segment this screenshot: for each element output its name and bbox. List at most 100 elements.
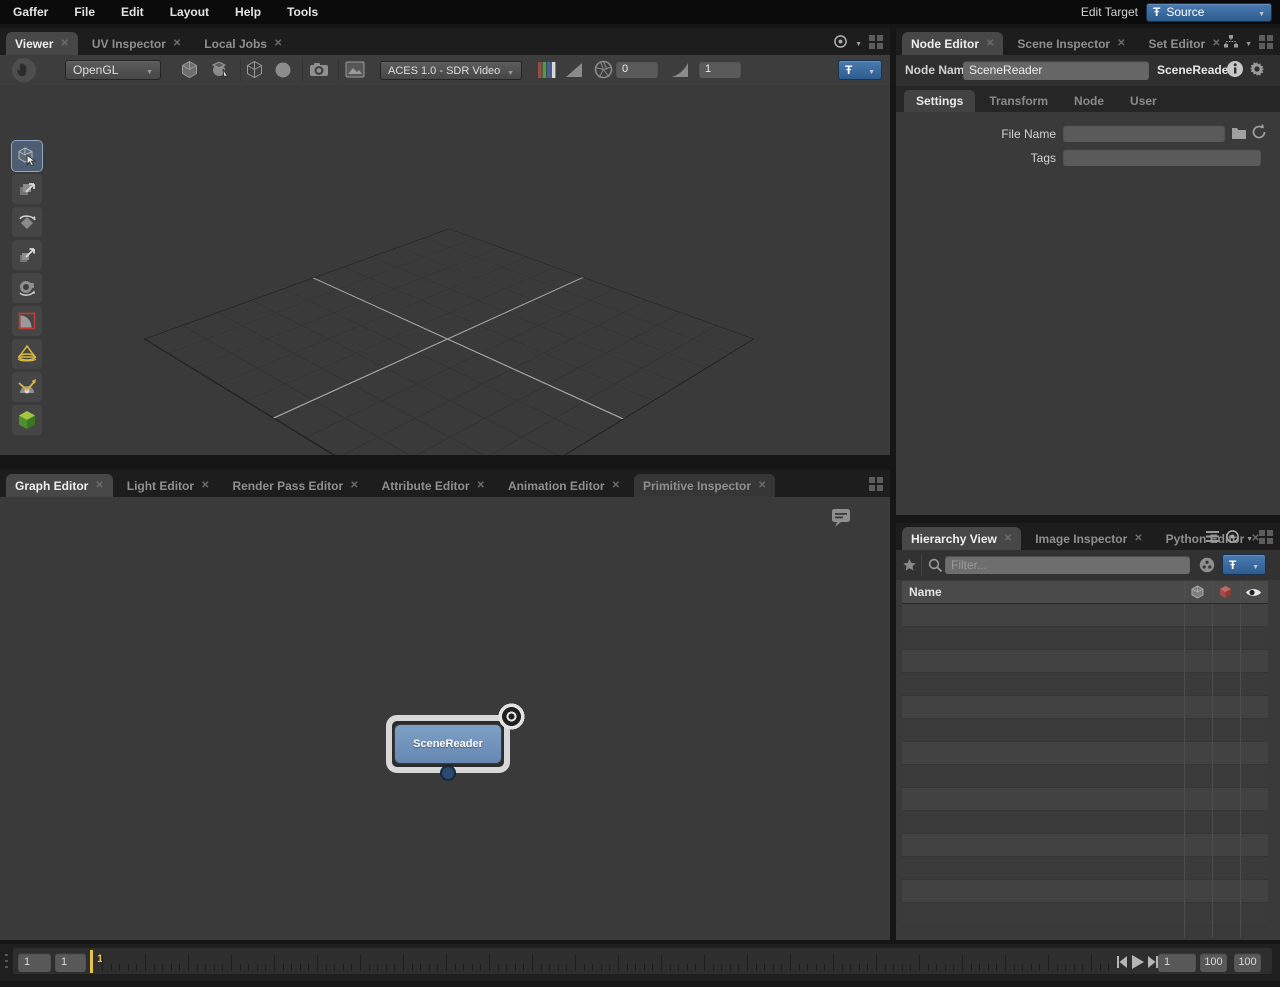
- close-icon[interactable]: [1212, 39, 1220, 49]
- play-button[interactable]: [1132, 955, 1144, 969]
- tab-transform[interactable]: Transform: [977, 90, 1060, 112]
- close-icon[interactable]: [477, 481, 485, 491]
- tab-uv-inspector[interactable]: UV Inspector: [83, 32, 190, 55]
- scene-reader-node[interactable]: SceneReader: [386, 715, 510, 773]
- current-frame-marker[interactable]: [90, 950, 93, 973]
- tab-light-editor[interactable]: Light Editor: [118, 474, 219, 497]
- translate-tool-button[interactable]: [12, 174, 42, 204]
- menu-edit[interactable]: Edit: [108, 5, 157, 19]
- tab-attribute-editor[interactable]: Attribute Editor: [373, 474, 494, 497]
- tab-user[interactable]: User: [1118, 90, 1169, 112]
- sphere-icon[interactable]: [274, 61, 292, 79]
- gear-icon[interactable]: [1248, 60, 1266, 78]
- image-frame-icon[interactable]: [345, 61, 365, 78]
- table-row[interactable]: [902, 673, 1268, 696]
- file-name-field[interactable]: [1063, 125, 1225, 142]
- crop-window-tool-button[interactable]: [12, 306, 42, 336]
- tab-primitive-inspector[interactable]: Primitive Inspector: [634, 474, 775, 497]
- table-row[interactable]: [902, 719, 1268, 742]
- gamma-field[interactable]: 1: [699, 61, 741, 78]
- focus-target-icon[interactable]: [1225, 529, 1240, 544]
- search-options-icon[interactable]: [1199, 557, 1215, 573]
- playback-start-field[interactable]: 1: [55, 953, 86, 972]
- layout-grid-icon[interactable]: [1259, 35, 1273, 49]
- shaded-cube-icon[interactable]: [180, 60, 199, 79]
- filter-input[interactable]: Filter...: [945, 556, 1190, 574]
- playback-end-field[interactable]: 100: [1200, 953, 1227, 972]
- table-row[interactable]: [902, 857, 1268, 880]
- tab-render-pass-editor[interactable]: Render Pass Editor: [223, 474, 367, 497]
- tab-node[interactable]: Node: [1062, 90, 1116, 112]
- layout-grid-icon[interactable]: [869, 477, 883, 491]
- inclusions-cube-icon[interactable]: [1190, 585, 1205, 600]
- camera-tool-button[interactable]: [12, 273, 42, 303]
- go-to-start-button[interactable]: [1117, 956, 1127, 968]
- table-row[interactable]: [902, 765, 1268, 788]
- close-icon[interactable]: [60, 39, 68, 49]
- layout-grid-icon[interactable]: [1259, 530, 1273, 544]
- tab-overflow-menu-icon[interactable]: [1206, 531, 1219, 542]
- tab-scene-inspector[interactable]: Scene Inspector: [1008, 32, 1134, 55]
- close-icon[interactable]: [758, 481, 766, 491]
- menu-help[interactable]: Help: [222, 5, 274, 19]
- node-name-field[interactable]: SceneReader: [963, 61, 1149, 80]
- select-tool-button[interactable]: [12, 141, 42, 171]
- menu-gaffer[interactable]: Gaffer: [0, 5, 61, 19]
- annotation-bubble-icon[interactable]: [828, 505, 854, 531]
- tags-field[interactable]: [1063, 149, 1261, 166]
- range-start-field[interactable]: 1: [18, 953, 51, 972]
- hierarchy-pin-button[interactable]: [1222, 554, 1266, 575]
- edit-target-dropdown[interactable]: Source: [1146, 3, 1272, 22]
- table-row[interactable]: [902, 880, 1268, 903]
- close-icon[interactable]: [274, 39, 282, 49]
- display-transform-dropdown[interactable]: ACES 1.0 - SDR Video: [380, 61, 522, 80]
- graph-canvas[interactable]: SceneReader: [0, 497, 890, 940]
- visibility-eye-icon[interactable]: [1245, 587, 1262, 598]
- chevron-down-icon[interactable]: [855, 35, 862, 49]
- go-to-end-button[interactable]: [1148, 956, 1158, 968]
- close-icon[interactable]: [986, 39, 994, 49]
- table-row[interactable]: [902, 650, 1268, 673]
- close-icon[interactable]: [1134, 534, 1142, 544]
- menu-layout[interactable]: Layout: [157, 5, 222, 19]
- viewport-3d[interactable]: Select Standard: [0, 85, 890, 455]
- close-icon[interactable]: [350, 481, 358, 491]
- tab-hierarchy-view[interactable]: Hierarchy View: [902, 527, 1021, 550]
- table-row[interactable]: [902, 742, 1268, 765]
- light-position-tool-button[interactable]: [12, 372, 42, 402]
- scene-cube-tool-button[interactable]: [12, 405, 42, 435]
- current-frame-field[interactable]: 1: [1158, 953, 1196, 972]
- close-icon[interactable]: [612, 481, 620, 491]
- gamma-curve-icon[interactable]: [671, 62, 689, 78]
- close-icon[interactable]: [201, 481, 209, 491]
- exposure-field[interactable]: 0: [616, 61, 658, 78]
- tab-local-jobs[interactable]: Local Jobs: [195, 32, 291, 55]
- wireframe-cube-icon[interactable]: [245, 60, 264, 79]
- refresh-icon[interactable]: [1251, 124, 1267, 140]
- tab-node-editor[interactable]: Node Editor: [902, 32, 1003, 55]
- viewer-pin-button[interactable]: [838, 60, 882, 80]
- scale-tool-button[interactable]: [12, 240, 42, 270]
- scene-reader-node-body[interactable]: SceneReader: [394, 724, 502, 764]
- table-row[interactable]: [902, 834, 1268, 857]
- table-row[interactable]: [902, 604, 1268, 627]
- tab-image-inspector[interactable]: Image Inspector: [1026, 527, 1151, 550]
- node-output-plug[interactable]: [440, 765, 456, 781]
- hierarchy-rows[interactable]: [902, 604, 1268, 937]
- close-icon[interactable]: [95, 481, 103, 491]
- tab-settings[interactable]: Settings: [904, 90, 975, 112]
- menu-tools[interactable]: Tools: [274, 5, 331, 19]
- exposure-triangle-icon[interactable]: [565, 62, 583, 78]
- range-end-field[interactable]: 100: [1234, 953, 1261, 972]
- renderer-dropdown[interactable]: OpenGL: [65, 60, 161, 80]
- light-tool-button[interactable]: [12, 339, 42, 369]
- channel-bars-icon[interactable]: [537, 60, 557, 80]
- camera-icon[interactable]: [309, 60, 329, 80]
- rotate-tool-button[interactable]: [12, 207, 42, 237]
- tab-animation-editor[interactable]: Animation Editor: [499, 474, 629, 497]
- bookmark-star-icon[interactable]: [903, 559, 916, 572]
- info-icon[interactable]: [1226, 60, 1244, 78]
- table-row[interactable]: [902, 811, 1268, 834]
- focus-badge-icon[interactable]: [498, 703, 525, 730]
- tab-graph-editor[interactable]: Graph Editor: [6, 474, 113, 497]
